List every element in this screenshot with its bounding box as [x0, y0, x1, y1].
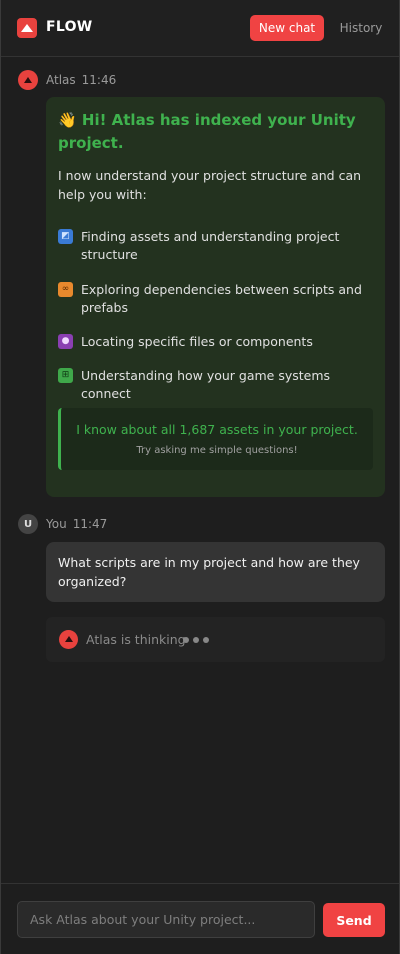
feature-text: Locating specific files or components	[81, 334, 313, 349]
magnifier-icon: ●	[58, 334, 73, 349]
user-message-meta: You 11:47	[46, 517, 107, 531]
welcome-intro: I now understand your project structure …	[58, 168, 362, 202]
app-header: FLOW New chat History	[1, 0, 399, 57]
user-avatar: U	[18, 514, 38, 534]
sender-name: You	[46, 517, 67, 531]
feature-text: Finding assets and understanding project…	[81, 229, 340, 262]
send-button[interactable]: Send	[323, 903, 385, 937]
atlas-message-meta: Atlas 11:46	[46, 73, 116, 87]
message-composer: Send	[1, 883, 399, 954]
history-button[interactable]: History	[337, 15, 385, 41]
app-name: FLOW	[46, 19, 93, 35]
sender-name: Atlas	[46, 73, 76, 87]
message-time: 11:46	[81, 73, 117, 87]
atlas-avatar-icon	[18, 70, 38, 90]
welcome-title: 👋 Hi! Atlas has indexed your Unity proje…	[58, 111, 356, 152]
atlas-avatar-icon	[59, 630, 78, 649]
hierarchy-icon: ⊞	[58, 368, 73, 383]
user-message-text: What scripts are in my project and how a…	[58, 555, 360, 589]
link-icon: ∞	[58, 282, 73, 297]
new-chat-button[interactable]: New chat	[250, 15, 324, 41]
flow-logo-icon	[17, 18, 37, 38]
thinking-text: Atlas is thinking	[86, 632, 186, 647]
asset-count-callout: I know about all 1,687 assets in your pr…	[58, 408, 373, 470]
callout-main-text: I know about all 1,687 assets in your pr…	[76, 422, 358, 437]
typing-dots-icon	[183, 637, 209, 643]
message-time: 11:47	[72, 517, 108, 531]
welcome-message-card: 👋 Hi! Atlas has indexed your Unity proje…	[46, 97, 385, 497]
feature-text: Exploring dependencies between scripts a…	[81, 282, 362, 315]
feature-text: Understanding how your game systems conn…	[81, 368, 331, 401]
callout-sub-text: Try asking me simple questions!	[136, 445, 298, 456]
chat-input[interactable]	[17, 901, 315, 938]
thinking-indicator: Atlas is thinking	[46, 617, 385, 662]
folder-icon: ◩	[58, 229, 73, 244]
user-message-bubble: What scripts are in my project and how a…	[46, 542, 385, 602]
